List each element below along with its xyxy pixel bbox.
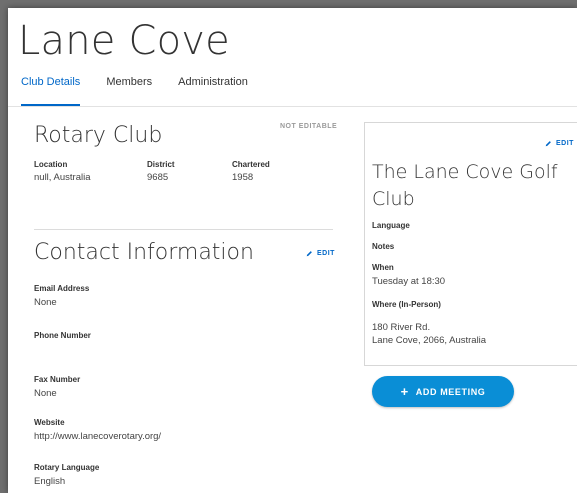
meeting-address-line2: Lane Cove, 2066, Australia — [372, 335, 487, 346]
meeting-language-label: Language — [372, 221, 410, 230]
tab-administration[interactable]: Administration — [178, 76, 248, 106]
pencil-icon — [545, 141, 551, 147]
fax-label: Fax Number — [34, 375, 81, 384]
meeting-venue-name: The Lane Cove Golf Club — [372, 161, 558, 210]
rotary-language-label: Rotary Language — [34, 463, 100, 472]
add-meeting-button[interactable]: + ADD MEETING — [372, 376, 514, 407]
meeting-edit-link[interactable]: EDIT — [545, 140, 574, 147]
pencil-icon — [306, 251, 312, 257]
rotary-language-value: English — [34, 476, 66, 487]
phone-label: Phone Number — [34, 331, 91, 340]
club-page: Lane Cove Club Details Members Administr… — [8, 8, 577, 493]
meeting-when-value: Tuesday at 18:30 — [372, 276, 446, 287]
chartered-value: 1958 — [232, 172, 254, 183]
location-label: Location — [34, 160, 68, 169]
meeting-where-label: Where (In-Person) — [372, 300, 441, 309]
meeting-when-label: When — [372, 263, 394, 272]
district-label: District — [147, 160, 175, 169]
meeting-card: EDIT The Lane Cove Golf Club Language No… — [364, 122, 577, 366]
meeting-edit-label: EDIT — [556, 140, 574, 147]
add-meeting-label: ADD MEETING — [415, 386, 486, 397]
rotary-club-heading: Rotary Club — [34, 123, 163, 148]
section-divider — [34, 229, 333, 230]
website-link[interactable]: http://www.lanecoverotary.org/ — [34, 431, 161, 442]
district-value: 9685 — [147, 172, 169, 183]
email-label: Email Address — [34, 284, 90, 293]
location-value: null, Australia — [34, 172, 91, 183]
chartered-label: Chartered — [232, 160, 270, 169]
plus-icon: + — [400, 384, 409, 399]
fax-value: None — [34, 388, 57, 399]
email-value: None — [34, 297, 57, 308]
tabs-divider — [8, 106, 577, 107]
meeting-notes-label: Notes — [372, 242, 395, 251]
tab-bar: Club Details Members Administration — [21, 76, 274, 106]
contact-edit-label: EDIT — [317, 250, 335, 257]
website-label: Website — [34, 418, 65, 427]
meeting-address-line1: 180 River Rd. — [372, 322, 431, 333]
not-editable-badge: NOT EDITABLE — [280, 123, 338, 130]
page-title: Lane Cove — [18, 18, 230, 64]
tab-club-details[interactable]: Club Details — [21, 76, 81, 106]
tab-members[interactable]: Members — [106, 76, 152, 106]
contact-information-heading: Contact Information — [34, 240, 254, 265]
contact-edit-link[interactable]: EDIT — [306, 250, 335, 257]
